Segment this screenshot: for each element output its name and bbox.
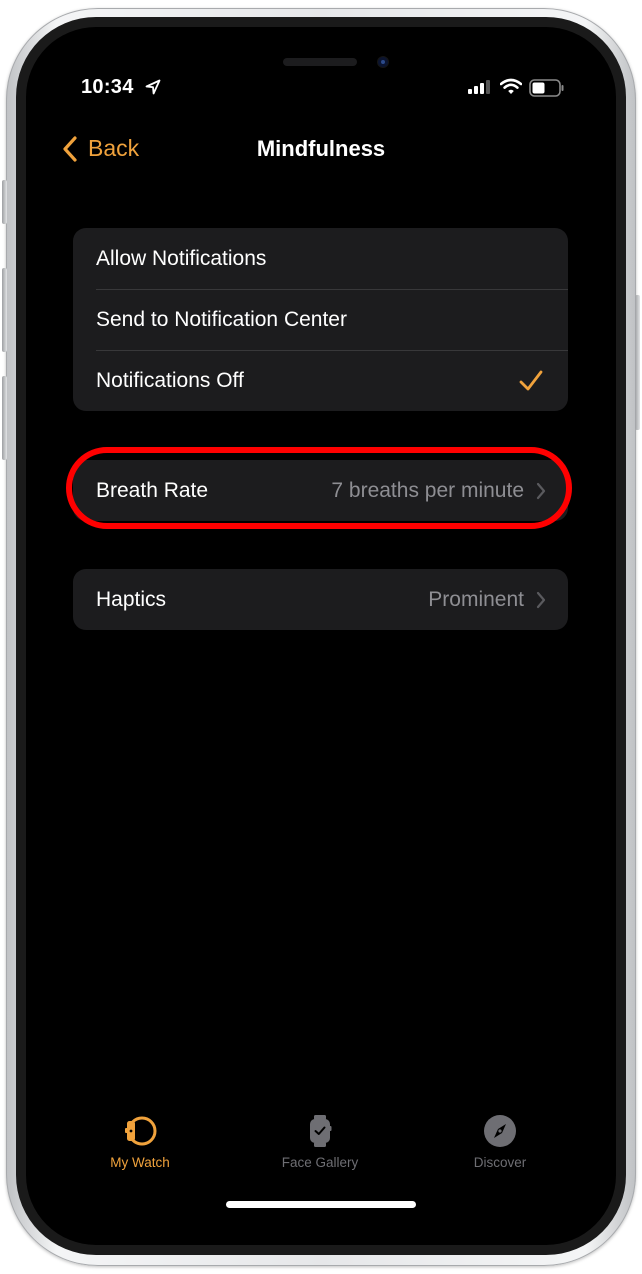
volume-down-button: [2, 376, 7, 460]
option-send-to-notification-center[interactable]: Send to Notification Center: [73, 289, 568, 350]
option-notifications-off[interactable]: Notifications Off: [73, 350, 568, 411]
option-label: Allow Notifications: [96, 246, 267, 270]
side-power-button: [635, 295, 640, 430]
haptics-group: Haptics Prominent: [73, 569, 568, 630]
my-watch-icon: [125, 1116, 157, 1146]
cellular-signal-icon: [468, 80, 490, 94]
breath-rate-group: Breath Rate 7 breaths per minute: [73, 460, 568, 521]
tab-face-gallery[interactable]: Face Gallery: [250, 1113, 390, 1170]
breath-rate-label: Breath Rate: [96, 478, 209, 502]
page-title: Mindfulness: [256, 136, 386, 161]
front-camera: [378, 57, 388, 67]
option-allow-notifications[interactable]: Allow Notifications: [73, 228, 568, 289]
haptics-row[interactable]: Haptics Prominent: [73, 569, 568, 630]
breath-rate-value: 7 breaths per minute: [331, 478, 524, 502]
tab-label: My Watch: [110, 1155, 170, 1170]
tab-my-watch[interactable]: My Watch: [70, 1113, 210, 1170]
face-gallery-icon: [310, 1115, 332, 1147]
home-indicator[interactable]: [226, 1201, 416, 1208]
chevron-right-icon: [536, 482, 546, 499]
tab-label: Discover: [473, 1155, 527, 1170]
earpiece-speaker: [283, 58, 357, 66]
option-label: Notifications Off: [96, 368, 244, 392]
wifi-icon: [500, 78, 522, 94]
option-label: Send to Notification Center: [96, 307, 347, 331]
screen: [26, 27, 616, 1245]
tab-discover[interactable]: Discover: [430, 1113, 570, 1170]
chevron-right-icon: [536, 591, 546, 608]
discover-compass-icon: [484, 1115, 516, 1147]
notifications-options-group: Allow Notifications Send to Notification…: [73, 228, 568, 411]
tab-label: Face Gallery: [281, 1155, 359, 1170]
location-arrow-icon: [145, 79, 161, 95]
breath-rate-row[interactable]: Breath Rate 7 breaths per minute: [73, 460, 568, 521]
haptics-value: Prominent: [428, 587, 524, 611]
haptics-label: Haptics: [96, 587, 167, 611]
volume-up-button: [2, 268, 7, 352]
silent-switch: [2, 180, 7, 224]
checkmark-icon: [519, 370, 543, 390]
status-time: 10:34: [81, 76, 134, 98]
battery-icon: [529, 79, 564, 97]
